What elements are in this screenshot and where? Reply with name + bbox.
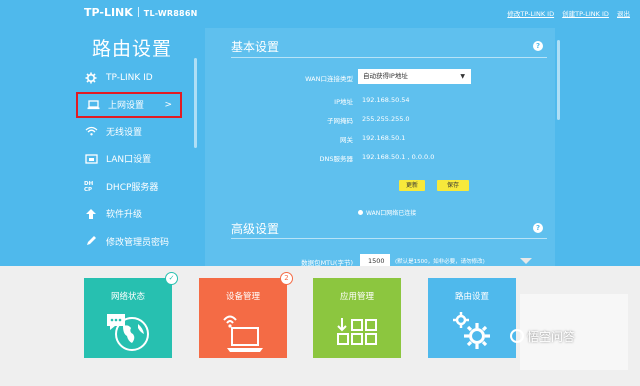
globe-chat-icon (84, 308, 172, 354)
wan-type-label: WAN口连接类型 (305, 75, 353, 83)
apps-grid-icon (313, 308, 401, 354)
device-count-badge: 2 (280, 272, 293, 285)
sidebar-item-label: 修改管理员密码 (106, 237, 170, 248)
brand-logo: TP-LINK (84, 6, 133, 19)
sidebar-item-lan[interactable]: LAN口设置 (76, 145, 190, 173)
wan-type-value: 自动获得IP地址 (363, 72, 408, 80)
check-badge-icon: ✓ (165, 272, 178, 285)
quick-tiles: 网络状态 ✓ 设备管理 2 应用管理 路由设置 (0, 266, 640, 386)
logout-link[interactable]: 退出 (617, 10, 630, 18)
wifi-icon (84, 124, 98, 138)
top-links: 修改TP-LINK ID 创建TP-LINK ID 退出 (501, 8, 630, 18)
sidebar-item-wireless[interactable]: 无线设置 (76, 118, 190, 146)
tile-app-management[interactable]: 应用管理 (313, 278, 401, 358)
tile-label: 路由设置 (454, 292, 489, 302)
upload-icon (84, 207, 98, 221)
tile-label: 网络状态 (110, 292, 145, 302)
model-name: TL-WR886N (143, 9, 198, 18)
tile-label: 应用管理 (339, 292, 374, 302)
sidebar-scrollbar[interactable] (194, 58, 197, 148)
advanced-divider (231, 238, 547, 239)
watermark-logo-icon (510, 329, 524, 343)
tile-router-settings[interactable]: 路由设置 (428, 278, 516, 358)
watermark: 悟空问答 (510, 328, 575, 345)
dns-label: DNS服务器 (319, 155, 354, 163)
gears-icon (428, 308, 516, 354)
wan-status-row: WAN口网络已连接 (358, 208, 416, 217)
sidebar-item-label: DHCP服务器 (106, 182, 159, 193)
basic-help-icon[interactable]: ? (533, 41, 543, 51)
sidebar-nav: TP-LINK ID 上网设置 > 无线设置 LAN口设置 DHCP DHCP (76, 64, 190, 255)
scroll-down-icon[interactable] (520, 258, 532, 264)
wan-status-text: WAN口网络已连接 (366, 210, 417, 217)
mtu-label: 数据包MTU(字节) (301, 259, 353, 266)
sidebar-item-label: TP-LINK ID (106, 72, 153, 83)
tile-device-management[interactable]: 设备管理 2 (199, 272, 293, 358)
chevron-right-icon: > (164, 99, 172, 110)
sidebar-item-label: 软件升级 (106, 210, 143, 221)
subnet-label: 子网掩码 (327, 117, 353, 125)
sidebar-title: 路由设置 (92, 38, 173, 60)
basic-divider (231, 57, 547, 58)
brand-header: TP-LINK TL-WR886N (84, 6, 197, 19)
sidebar-item-label: LAN口设置 (106, 155, 152, 166)
chevron-down-icon: ▼ (460, 73, 465, 80)
create-id-link[interactable]: 创建TP-LINK ID (562, 10, 609, 18)
tile-label: 设备管理 (225, 292, 260, 302)
edit-id-link[interactable]: 修改TP-LINK ID (507, 10, 554, 18)
sidebar-item-upgrade[interactable]: 软件升级 (76, 200, 190, 228)
gear-icon (84, 71, 98, 85)
router-admin-panel: TP-LINK TL-WR886N 修改TP-LINK ID 创建TP-LINK … (0, 0, 640, 266)
settings-content: 基本设置 ? WAN口连接类型 自动获得IP地址 ▼ IP地址 192.168.… (205, 28, 555, 266)
renew-button[interactable]: 更新 (399, 180, 425, 191)
lan-icon (84, 152, 98, 166)
mtu-hint: (默认是1500，如非必要，请勿修改) (395, 259, 485, 265)
dns-value: 192.168.50.1 , 0.0.0.0 (362, 153, 435, 161)
ip-label: IP地址 (334, 98, 353, 106)
wan-type-select[interactable]: 自动获得IP地址 ▼ (358, 69, 471, 84)
basic-settings-title: 基本设置 (231, 40, 280, 54)
gateway-label: 网关 (340, 136, 353, 144)
sidebar-item-dhcp[interactable]: DH CP DHCP服务器 (76, 173, 190, 201)
mtu-input[interactable]: 1500 (360, 254, 390, 266)
laptop-wifi-icon (199, 308, 287, 354)
status-dot-icon (358, 210, 363, 215)
ip-value: 192.168.50.54 (362, 96, 410, 104)
tile-network-status[interactable]: 网络状态 ✓ (84, 272, 178, 358)
sidebar-item-label: 上网设置 (108, 101, 145, 111)
advanced-help-icon[interactable]: ? (533, 223, 543, 233)
advanced-settings-title: 高级设置 (231, 222, 280, 236)
sidebar-item-internet[interactable]: 上网设置 > (76, 91, 182, 118)
sidebar-item-password[interactable]: 修改管理员密码 (76, 228, 190, 256)
sidebar-item-tplink-id[interactable]: TP-LINK ID (76, 64, 190, 92)
content-scrollbar[interactable] (557, 40, 560, 120)
pencil-icon (84, 234, 98, 248)
watermark-text: 悟空问答 (527, 330, 576, 344)
save-button[interactable]: 保存 (437, 180, 469, 191)
svg-text:CP: CP (84, 187, 92, 192)
subnet-value: 255.255.255.0 (362, 115, 410, 123)
gateway-value: 192.168.50.1 (362, 134, 406, 142)
laptop-icon (86, 98, 100, 112)
brand-separator (137, 7, 139, 17)
sidebar-item-label: 无线设置 (106, 127, 143, 138)
dhcp-icon: DH CP (84, 179, 98, 193)
